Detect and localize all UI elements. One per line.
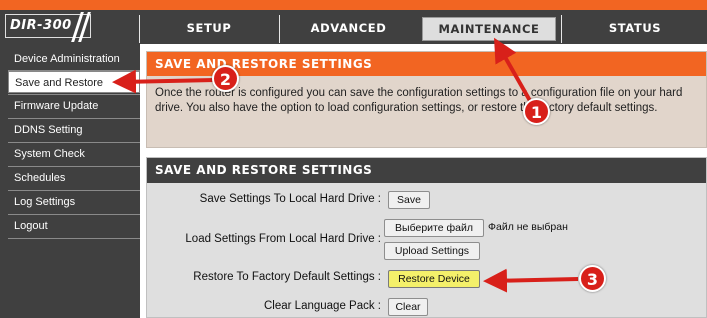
tab-status[interactable]: STATUS bbox=[563, 17, 707, 40]
choose-file-button[interactable]: Выберите файл bbox=[384, 219, 484, 237]
sidebar-item-device-administration[interactable]: Device Administration bbox=[8, 48, 140, 70]
callout-badge-2: 2 bbox=[212, 65, 239, 92]
clear-button[interactable]: Clear bbox=[388, 298, 428, 316]
callout-badge-3: 3 bbox=[579, 265, 606, 292]
sidebar-item-system-check[interactable]: System Check bbox=[8, 143, 140, 165]
restore-factory-label: Restore To Factory Default Settings : bbox=[193, 271, 381, 283]
tab-divider bbox=[561, 15, 562, 43]
load-settings-label: Load Settings From Local Hard Drive : bbox=[185, 233, 381, 245]
sidebar-item-save-and-restore[interactable]: Save and Restore bbox=[8, 71, 140, 93]
logo: DIR-300 bbox=[5, 12, 91, 42]
tab-advanced[interactable]: ADVANCED bbox=[281, 17, 416, 40]
tab-divider bbox=[139, 15, 140, 43]
sidebar-item-ddns-setting[interactable]: DDNS Setting bbox=[8, 119, 140, 141]
save-button[interactable]: Save bbox=[388, 191, 430, 209]
upload-settings-button[interactable]: Upload Settings bbox=[384, 242, 480, 260]
sidebar-item-firmware-update[interactable]: Firmware Update bbox=[8, 95, 140, 117]
tab-maintenance[interactable]: MAINTENANCE bbox=[422, 17, 556, 41]
sidebar-item-logout[interactable]: Logout bbox=[8, 215, 140, 237]
callout-badge-1: 1 bbox=[523, 98, 550, 125]
sidebar-item-schedules[interactable]: Schedules bbox=[8, 167, 140, 189]
file-status-text: Файл не выбран bbox=[488, 221, 568, 233]
tab-divider bbox=[279, 15, 280, 43]
save-settings-label: Save Settings To Local Hard Drive : bbox=[199, 193, 381, 205]
top-accent-strip bbox=[0, 0, 707, 10]
sidebar-divider bbox=[8, 238, 140, 239]
logo-text: DIR-300 bbox=[10, 18, 72, 33]
tab-setup[interactable]: SETUP bbox=[141, 17, 277, 40]
restore-device-button[interactable]: Restore Device bbox=[388, 270, 480, 288]
settings-title: SAVE AND RESTORE SETTINGS bbox=[147, 158, 706, 183]
intro-text: Once the router is configured you can sa… bbox=[155, 87, 683, 114]
clear-language-label: Clear Language Pack : bbox=[264, 300, 381, 312]
sidebar-item-log-settings[interactable]: Log Settings bbox=[8, 191, 140, 213]
